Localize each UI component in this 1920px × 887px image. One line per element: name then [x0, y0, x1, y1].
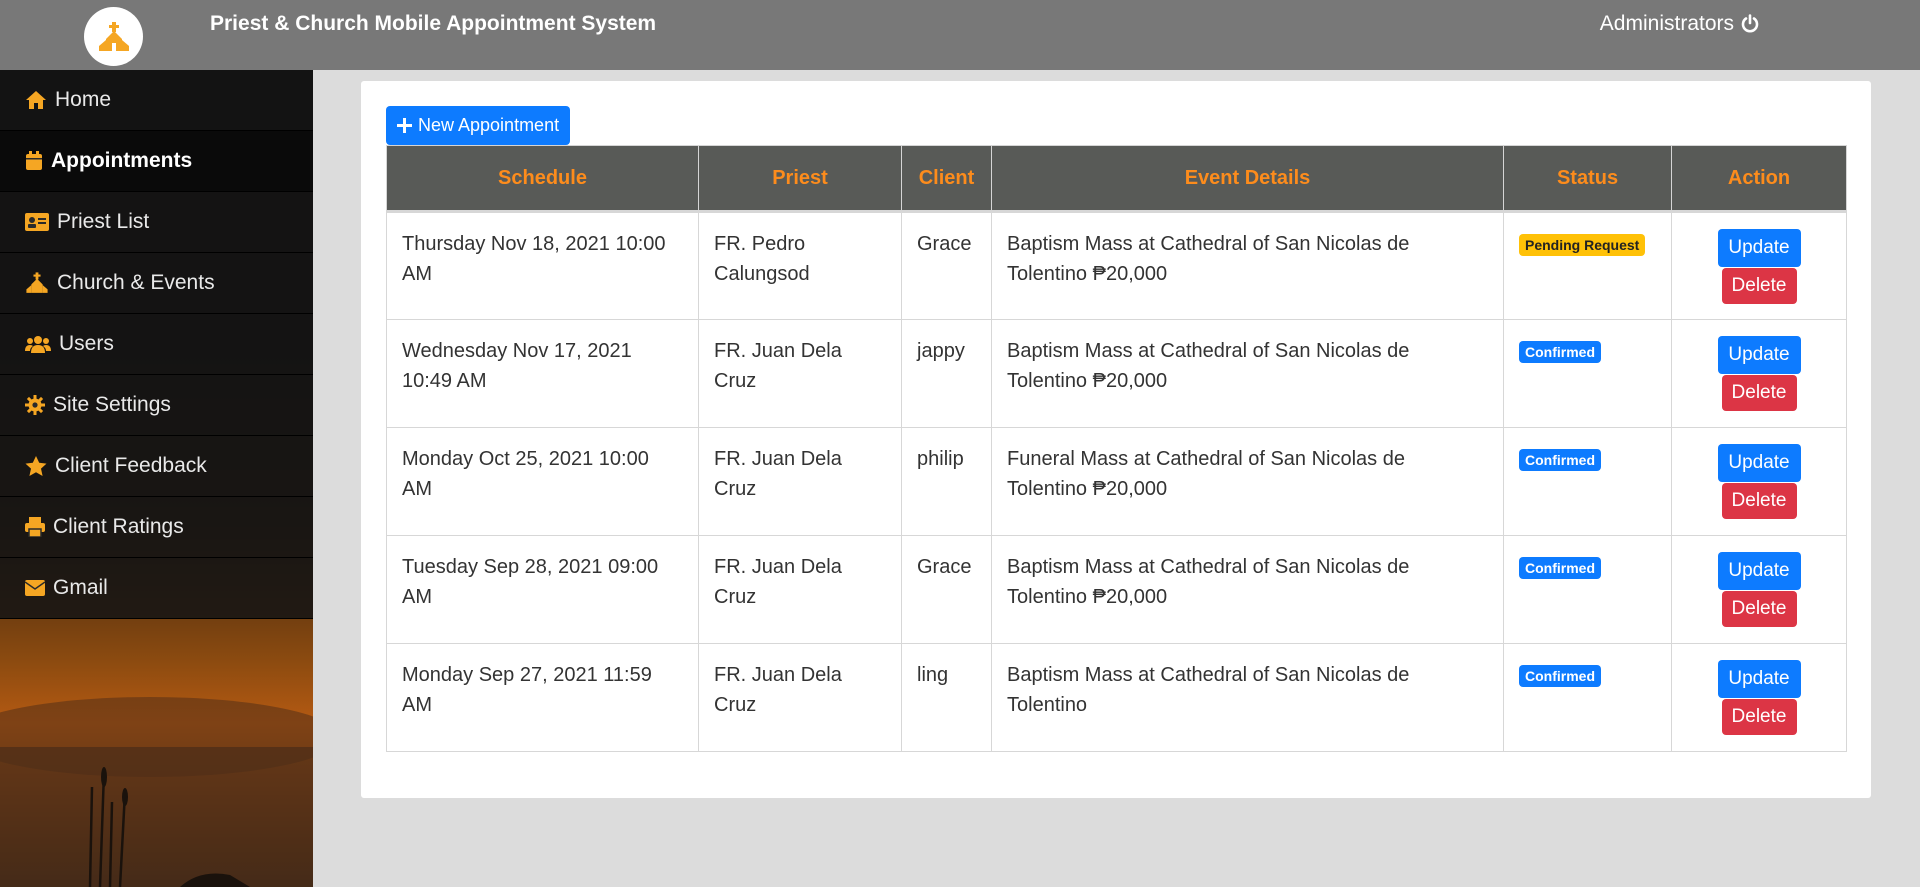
status-cell: Confirmed: [1503, 643, 1672, 752]
users-icon: [25, 336, 51, 353]
schedule-cell: Monday Sep 27, 2021 11:59 AM: [386, 643, 699, 752]
app-logo[interactable]: [84, 7, 143, 66]
sidebar-item-appointments[interactable]: Appointments: [0, 131, 313, 192]
column-header-event-details[interactable]: Event Details: [991, 145, 1504, 212]
sidebar-item-church-events[interactable]: Church & Events: [0, 253, 313, 314]
update-button[interactable]: Update: [1717, 336, 1801, 374]
sidebar-item-label: Client Feedback: [55, 454, 207, 477]
star-icon: [25, 455, 47, 476]
sidebar-item-label: Appointments: [51, 149, 193, 172]
status-cell: Pending Request: [1503, 210, 1672, 320]
power-icon[interactable]: [1740, 14, 1760, 34]
table-row: Wednesday Nov 17, 2021 10:49 AM FR. Juan…: [386, 319, 1847, 428]
sidebar-item-users[interactable]: Users: [0, 314, 313, 375]
admin-menu[interactable]: Administrators: [1600, 12, 1760, 36]
status-cell: Confirmed: [1503, 427, 1672, 536]
delete-button[interactable]: Delete: [1721, 483, 1797, 519]
sidebar-item-site-settings[interactable]: Site Settings: [0, 375, 313, 436]
event-details-cell: Funeral Mass at Cathedral of San Nicolas…: [991, 427, 1504, 536]
sidebar-item-label: Gmail: [53, 576, 108, 599]
update-button[interactable]: Update: [1717, 552, 1801, 590]
sidebar-item-label: Site Settings: [53, 393, 171, 416]
sidebar-item-home[interactable]: Home: [0, 70, 313, 131]
app-title: Priest & Church Mobile Appointment Syste…: [210, 12, 657, 35]
schedule-cell: Wednesday Nov 17, 2021 10:49 AM: [386, 319, 699, 428]
sunset-background-image: [0, 697, 313, 887]
column-header-schedule[interactable]: Schedule: [386, 145, 699, 212]
new-appointment-label: New Appointment: [418, 115, 560, 135]
priest-cell: FR. Juan Dela Cruz: [698, 643, 902, 752]
sidebar-item-label: Client Ratings: [53, 515, 184, 538]
top-bar: Priest & Church Mobile Appointment Syste…: [0, 0, 1920, 70]
priest-cell: FR. Juan Dela Cruz: [698, 535, 902, 644]
schedule-cell: Thursday Nov 18, 2021 10:00 AM: [386, 210, 699, 320]
sidebar-item-client-ratings[interactable]: Client Ratings: [0, 497, 313, 558]
status-badge: Pending Request: [1519, 234, 1646, 256]
priest-cell: FR. Juan Dela Cruz: [698, 319, 902, 428]
schedule-cell: Monday Oct 25, 2021 10:00 AM: [386, 427, 699, 536]
column-header-client[interactable]: Client: [901, 145, 992, 212]
home-icon: [26, 91, 46, 109]
sidebar-item-client-feedback[interactable]: Client Feedback: [0, 436, 313, 497]
priest-cell: FR. Pedro Calungsod: [698, 210, 902, 320]
client-cell: jappy: [901, 319, 992, 428]
delete-button[interactable]: Delete: [1721, 375, 1797, 411]
church-icon: [26, 272, 48, 293]
event-details-cell: Baptism Mass at Cathedral of San Nicolas…: [991, 210, 1504, 320]
sidebar-item-gmail[interactable]: Gmail: [0, 558, 313, 619]
priest-cell: FR. Juan Dela Cruz: [698, 427, 902, 536]
action-cell: Update Delete: [1671, 643, 1847, 752]
sidebar-item-label: Users: [59, 332, 114, 355]
event-details-cell: Baptism Mass at Cathedral of San Nicolas…: [991, 643, 1504, 752]
status-badge: Confirmed: [1519, 449, 1601, 471]
status-badge: Confirmed: [1519, 557, 1601, 579]
envelope-icon: [25, 580, 45, 596]
event-details-cell: Baptism Mass at Cathedral of San Nicolas…: [991, 319, 1504, 428]
column-header-priest[interactable]: Priest: [698, 145, 902, 212]
update-button[interactable]: Update: [1717, 444, 1801, 482]
admin-label: Administrators: [1599, 12, 1734, 35]
table-row: Monday Sep 27, 2021 11:59 AM FR. Juan De…: [386, 643, 1847, 752]
sidebar: Home Appointments Priest List Church & E…: [0, 70, 313, 887]
new-appointment-button[interactable]: New Appointment: [386, 106, 571, 145]
client-cell: ling: [901, 643, 992, 752]
event-details-cell: Baptism Mass at Cathedral of San Nicolas…: [991, 535, 1504, 644]
update-button[interactable]: Update: [1717, 229, 1801, 267]
table-row: Tuesday Sep 28, 2021 09:00 AM FR. Juan D…: [386, 535, 1847, 644]
delete-button[interactable]: Delete: [1721, 268, 1797, 304]
update-button[interactable]: Update: [1717, 660, 1801, 698]
action-cell: Update Delete: [1671, 210, 1847, 320]
action-cell: Update Delete: [1671, 319, 1847, 428]
column-header-action: Action: [1671, 145, 1847, 212]
sidebar-item-label: Home: [55, 88, 112, 111]
sidebar-item-priest-list[interactable]: Priest List: [0, 192, 313, 253]
table-header-row: Schedule Priest Client Event Details Sta…: [386, 145, 1847, 212]
status-badge: Confirmed: [1519, 341, 1601, 363]
action-cell: Update Delete: [1671, 427, 1847, 536]
status-cell: Confirmed: [1503, 535, 1672, 644]
plus-icon: [397, 118, 412, 133]
action-cell: Update Delete: [1671, 535, 1847, 644]
id-card-icon: [25, 213, 49, 231]
gear-icon: [25, 395, 45, 415]
status-badge: Confirmed: [1519, 665, 1601, 687]
client-cell: Grace: [901, 535, 992, 644]
client-cell: philip: [901, 427, 992, 536]
table-row: Monday Oct 25, 2021 10:00 AM FR. Juan De…: [386, 427, 1847, 536]
delete-button[interactable]: Delete: [1721, 591, 1797, 627]
client-cell: Grace: [901, 210, 992, 320]
church-icon: [98, 21, 129, 51]
schedule-cell: Tuesday Sep 28, 2021 09:00 AM: [386, 535, 699, 644]
print-icon: [25, 517, 45, 537]
appointments-table: Schedule Priest Client Event Details Sta…: [386, 145, 1847, 752]
appointments-card: New Appointment Schedule Priest Client E…: [361, 81, 1871, 798]
status-cell: Confirmed: [1503, 319, 1672, 428]
sidebar-item-label: Church & Events: [57, 271, 215, 294]
table-row: Thursday Nov 18, 2021 10:00 AM FR. Pedro…: [386, 210, 1847, 320]
delete-button[interactable]: Delete: [1721, 699, 1797, 735]
sidebar-item-label: Priest List: [57, 210, 150, 233]
calendar-icon: [26, 151, 42, 170]
column-header-status[interactable]: Status: [1503, 145, 1672, 212]
